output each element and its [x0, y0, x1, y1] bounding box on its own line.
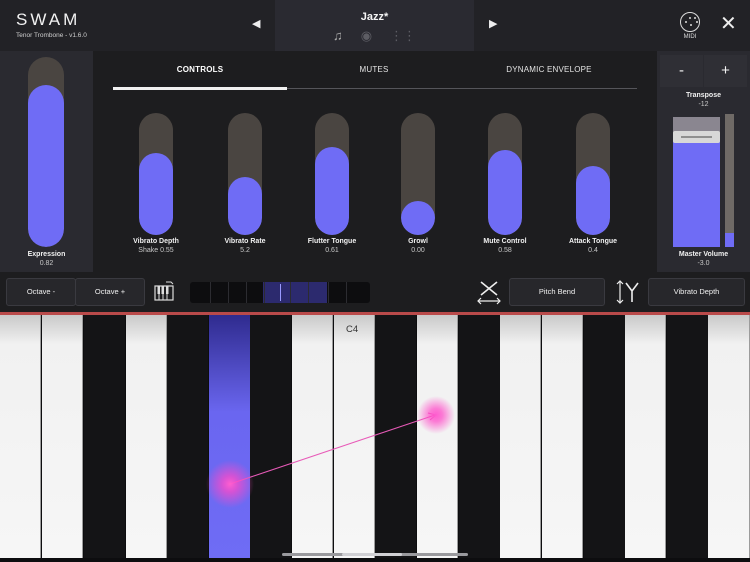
level-meter	[725, 114, 734, 247]
expression-slider-fill	[28, 84, 64, 247]
prev-preset-button[interactable]: ◀	[252, 17, 260, 30]
brand-title: SWAM	[16, 10, 81, 29]
midi-button[interactable]: MIDI	[680, 12, 700, 40]
vibrato-depth-value: Shake 0.55	[138, 247, 174, 254]
preset-name: Jazz*	[360, 11, 389, 23]
tab-mutes[interactable]: MUTES	[329, 65, 419, 74]
close-icon[interactable]: ✕	[720, 14, 737, 34]
touch-start-point	[206, 460, 254, 508]
master-volume-label: Master Volume	[678, 251, 729, 258]
attack-tongue-slider[interactable]	[576, 113, 610, 235]
midi-label: MIDI	[683, 34, 697, 40]
transpose-down-button[interactable]: -	[660, 55, 703, 87]
app-version: Tenor Trombone - v1.6.0	[16, 32, 87, 39]
visible-range[interactable]	[263, 282, 327, 303]
preset-selector[interactable]: Jazz* ♫ ◉ ⋮⋮	[275, 0, 474, 51]
attack-tongue-value: 0.4	[588, 247, 598, 254]
master-volume-thumb[interactable]	[673, 130, 720, 143]
growl-slider[interactable]	[401, 113, 435, 235]
keyboard-scrollbar-thumb[interactable]	[342, 553, 402, 556]
brand: SWAM Tenor Trombone - v1.6.0	[16, 10, 87, 39]
pitch-bend-button[interactable]: Pitch Bend	[509, 278, 605, 306]
flutter-tongue-label: Flutter Tongue	[307, 238, 357, 245]
y-axis-icon[interactable]	[616, 279, 642, 305]
slider-fill	[401, 201, 435, 235]
touch-current-point	[417, 396, 455, 434]
mute-control-slider[interactable]	[488, 113, 522, 235]
slider-fill	[139, 152, 173, 235]
slider-fill	[315, 147, 349, 235]
keyboard-toolbar: Octave - Octave + Pitch Bend Vibrato Dep…	[0, 272, 750, 312]
slider-fill	[228, 177, 262, 235]
glide-line	[229, 414, 436, 485]
slider-fill	[576, 165, 610, 235]
mute-control-value: 0.58	[498, 247, 512, 254]
touch-overlay	[206, 396, 455, 508]
flutter-tongue-value: 0.61	[325, 247, 339, 254]
vibrato-rate-label: Vibrato Rate	[224, 238, 266, 245]
slider-fill	[488, 149, 522, 235]
master-volume-value: -3.0	[697, 260, 710, 267]
expression-slider[interactable]	[28, 57, 64, 247]
keyboard-scrollbar[interactable]	[282, 553, 468, 556]
position-cursor	[280, 284, 281, 301]
flutter-tongue-slider[interactable]	[315, 113, 349, 235]
expression-value: 0.82	[39, 260, 54, 267]
expression-label: Expression	[27, 251, 66, 258]
mixer-icon[interactable]: ⋮⋮	[390, 28, 416, 44]
music-note-icon[interactable]: ♫	[333, 28, 343, 44]
vibrato-rate-slider[interactable]	[228, 113, 262, 235]
master-volume-slider[interactable]	[673, 117, 720, 247]
controls-panel: CONTROLS MUTES DYNAMIC ENVELOPE Vibrato …	[93, 51, 657, 272]
piano-keyboard[interactable]: C4	[0, 312, 750, 562]
x-axis-icon[interactable]	[476, 279, 502, 305]
vibrato-depth-button[interactable]: Vibrato Depth	[648, 278, 745, 306]
transpose-value: -12	[698, 101, 709, 108]
vibrato-depth-label: Vibrato Depth	[133, 238, 179, 245]
top-bar: SWAM Tenor Trombone - v1.6.0 ◀ Jazz* ♫ ◉…	[0, 0, 750, 51]
preset-icons: ♫ ◉ ⋮⋮	[275, 28, 474, 44]
expression-panel: Expression 0.82	[0, 51, 93, 272]
growl-value: 0.00	[411, 247, 425, 254]
next-preset-button[interactable]: ▶	[489, 17, 497, 30]
tab-dynamic-envelope[interactable]: DYNAMIC ENVELOPE	[489, 65, 609, 74]
octave-up-button[interactable]: Octave +	[75, 278, 145, 306]
master-panel: - + Transpose -12 Master Volume -3.0	[657, 51, 750, 272]
octave-down-button[interactable]: Octave -	[6, 278, 76, 306]
transpose-label: Transpose	[685, 92, 721, 99]
keyboard-range-navigator[interactable]	[190, 282, 370, 303]
mute-control-label: Mute Control	[483, 238, 527, 245]
vibrato-depth-slider[interactable]	[139, 113, 173, 235]
tab-controls[interactable]: CONTROLS	[155, 65, 245, 74]
keyboard-layout-icon[interactable]	[154, 281, 174, 301]
attack-tongue-label: Attack Tongue	[568, 238, 618, 245]
transpose-up-button[interactable]: +	[704, 55, 747, 87]
dial-icon[interactable]: ◉	[361, 28, 372, 44]
master-volume-fill	[673, 132, 720, 247]
level-meter-fill	[725, 233, 734, 247]
tab-active-indicator	[113, 87, 287, 90]
midi-icon	[680, 12, 700, 32]
vibrato-rate-value: 5.2	[240, 247, 250, 254]
growl-label: Growl	[408, 238, 428, 245]
